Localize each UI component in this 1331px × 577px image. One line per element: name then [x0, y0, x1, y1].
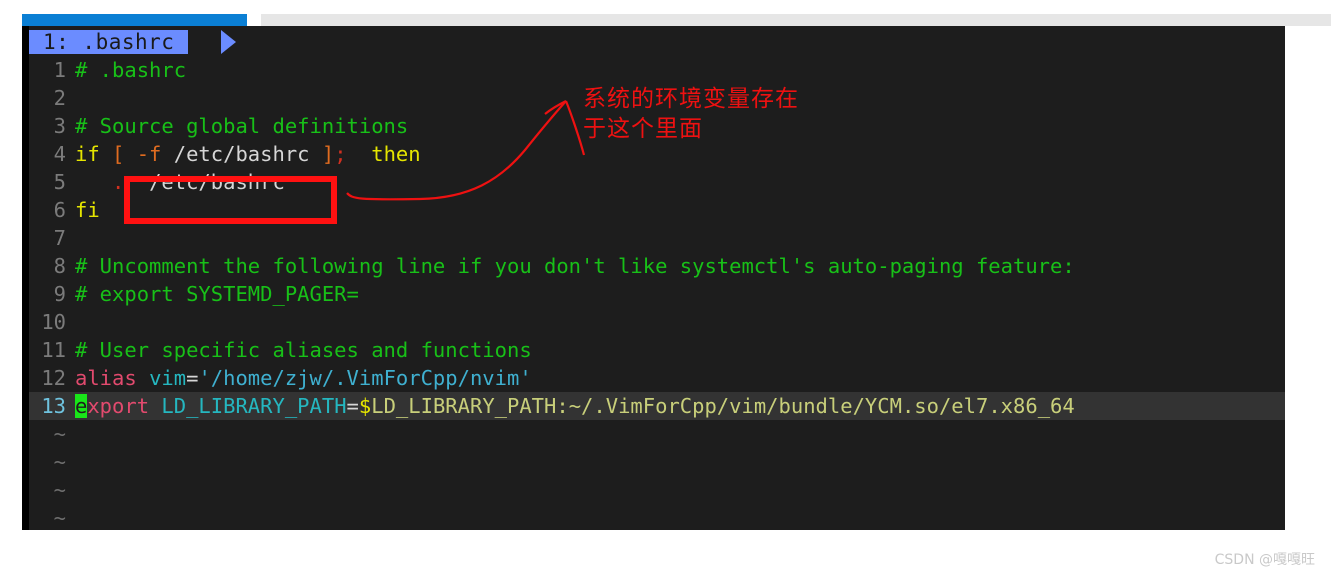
line-number-6: 6 — [53, 198, 66, 222]
line-content-7 — [75, 224, 1285, 252]
comment-text: # Source global definitions — [75, 114, 409, 138]
tab-bashrc-label: 1: .bashrc — [43, 30, 175, 54]
bracket-close: ] — [321, 142, 335, 166]
vim-tabline: 1: .bashrc — [29, 26, 1285, 54]
code-line-2[interactable]: 2 — [29, 84, 1285, 112]
code-line-1[interactable]: 1 # .bashrc — [29, 56, 1285, 84]
line-content-12: alias vim='/home/zjw/.VimForCpp/nvim' — [75, 364, 1285, 392]
env-var-name: LD_LIBRARY_PATH — [161, 394, 347, 418]
line-number-11: 11 — [41, 338, 66, 362]
line-content-3: # Source global definitions — [75, 112, 1285, 140]
tab-bashrc[interactable]: 1: .bashrc — [29, 30, 189, 54]
line-content-4: if [ -f /etc/bashrc ]; then — [75, 140, 1285, 168]
keyword-fi: fi — [75, 198, 100, 222]
line-content-5: . /etc/bashrc — [75, 168, 1285, 196]
empty-line-marker-row-2: ~ — [29, 448, 1285, 476]
flag-f: -f — [136, 142, 162, 166]
keyword-alias: alias — [75, 366, 137, 390]
keyword-if: if — [75, 142, 100, 166]
line-number-4: 4 — [53, 142, 66, 166]
line-content-8: # Uncomment the following line if you do… — [75, 252, 1285, 280]
vim-editor-window[interactable]: 1: .bashrc 1 # .bashrc 2 3 # Source glob… — [22, 26, 1285, 530]
keyword-export: xport — [87, 394, 150, 418]
comment-text: # export SYSTEMD_PAGER= — [75, 282, 359, 306]
line-number-1: 1 — [53, 58, 66, 82]
comment-text: # Uncomment the following line if you do… — [75, 254, 1075, 278]
path-etc-bashrc: /etc/bashrc — [149, 170, 285, 194]
line-content-13: export LD_LIBRARY_PATH=$LD_LIBRARY_PATH:… — [75, 392, 1285, 420]
dollar-sign: $ — [358, 394, 372, 418]
tilde-icon: ~ — [53, 506, 66, 530]
empty-line-marker-row-3: ~ — [29, 476, 1285, 504]
alias-name: vim — [149, 366, 187, 390]
empty-line-marker-row-4: ~ — [29, 504, 1285, 530]
empty-line-marker-row-1: ~ — [29, 420, 1285, 448]
browser-tab-separator — [247, 14, 261, 26]
comment-text: # .bashrc — [75, 58, 187, 82]
line-content-2 — [75, 84, 1285, 112]
equals-sign: = — [346, 394, 359, 418]
code-line-9[interactable]: 9 # export SYSTEMD_PAGER= — [29, 280, 1285, 308]
text-cursor: e — [75, 394, 88, 418]
line-content-9: # export SYSTEMD_PAGER= — [75, 280, 1285, 308]
path-etc-bashrc: /etc/bashrc — [173, 142, 310, 166]
window-left-edge — [22, 26, 29, 530]
alias-value: '/home/zjw/.VimForCpp/nvim' — [198, 366, 532, 390]
csdn-watermark: CSDN @嘎嘎旺 — [1214, 552, 1315, 568]
bracket-open: [ — [112, 142, 125, 166]
tab-powerline-arrow-icon — [221, 30, 236, 54]
code-line-4[interactable]: 4 if [ -f /etc/bashrc ]; then — [29, 140, 1285, 168]
code-line-10[interactable]: 10 — [29, 308, 1285, 336]
line-number-2: 2 — [53, 86, 66, 110]
code-line-7[interactable]: 7 — [29, 224, 1285, 252]
semicolon: ; — [334, 142, 347, 166]
equals-sign: = — [186, 366, 199, 390]
line-number-7: 7 — [53, 226, 66, 250]
code-line-8[interactable]: 8 # Uncomment the following line if you … — [29, 252, 1285, 280]
comment-text: # User specific aliases and functions — [75, 338, 532, 362]
code-line-6[interactable]: 6 fi — [29, 196, 1285, 224]
code-editor-buffer[interactable]: 1 # .bashrc 2 3 # Source global definiti… — [29, 56, 1285, 530]
line-number-8: 8 — [53, 254, 66, 278]
tilde-icon: ~ — [53, 422, 66, 446]
env-var-value: LD_LIBRARY_PATH:~/.VimForCpp/vim/bundle/… — [371, 394, 1075, 418]
line-number-13: 13 — [41, 394, 66, 418]
line-content-11: # User specific aliases and functions — [75, 336, 1285, 364]
line-content-6: fi — [75, 196, 1285, 224]
line-number-3: 3 — [53, 114, 66, 138]
tilde-icon: ~ — [53, 478, 66, 502]
tilde-icon: ~ — [53, 450, 66, 474]
code-line-5[interactable]: 5 . /etc/bashrc — [29, 168, 1285, 196]
line-number-10: 10 — [41, 310, 66, 334]
code-line-3[interactable]: 3 # Source global definitions — [29, 112, 1285, 140]
keyword-then: then — [371, 142, 421, 166]
code-line-12[interactable]: 12 alias vim='/home/zjw/.VimForCpp/nvim' — [29, 364, 1285, 392]
line-content-1: # .bashrc — [75, 56, 1285, 84]
line-content-10 — [75, 308, 1285, 336]
code-line-11[interactable]: 11 # User specific aliases and functions — [29, 336, 1285, 364]
line-number-5: 5 — [53, 170, 66, 194]
source-dot: . — [112, 170, 125, 194]
line-number-9: 9 — [53, 282, 66, 306]
line-number-12: 12 — [41, 366, 66, 390]
browser-active-tab[interactable] — [22, 14, 247, 26]
code-line-13[interactable]: 13 export LD_LIBRARY_PATH=$LD_LIBRARY_PA… — [29, 392, 1285, 420]
